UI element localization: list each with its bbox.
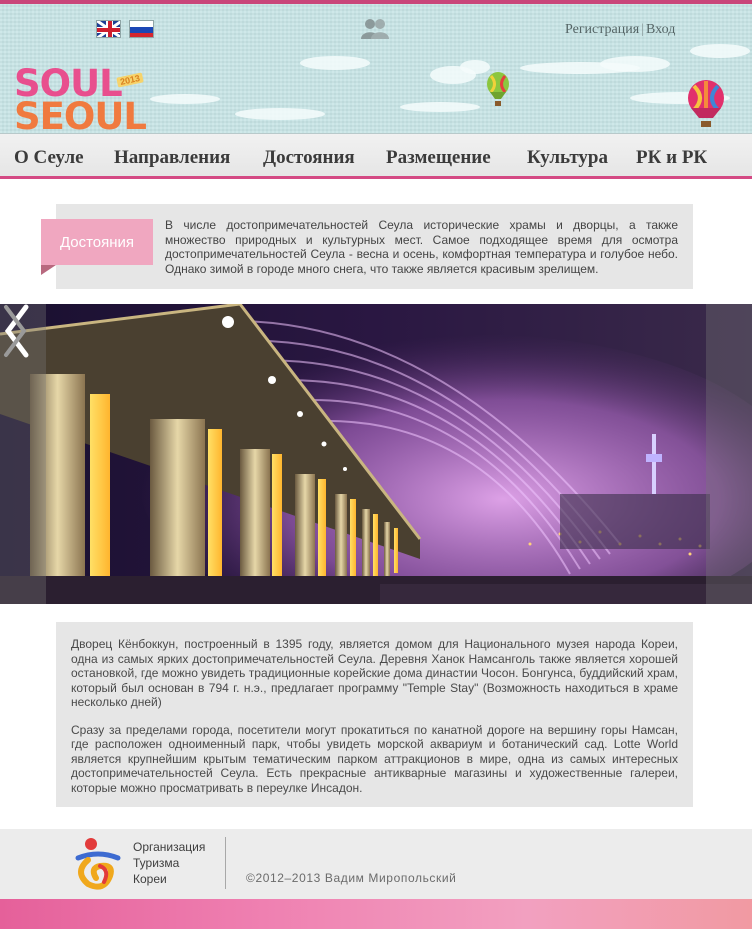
description-paragraph: Сразу за пределами города, посетители мо… (71, 722, 678, 795)
bottom-band (0, 899, 752, 929)
slider-next-panel (706, 304, 752, 604)
auth-separator: | (641, 22, 645, 37)
nav-item-culture[interactable]: Культура (527, 147, 608, 169)
soul-seoul-logo[interactable]: SOUL 2013 SEOUL (14, 65, 164, 133)
logo-line-seoul: SEOUL (14, 95, 147, 133)
users-icon[interactable] (360, 18, 390, 40)
english-flag-icon[interactable] (96, 20, 121, 38)
russian-flag-icon[interactable] (129, 20, 154, 38)
footer-org-line: Организация (133, 840, 206, 854)
footer-org-line: Туризма (133, 856, 180, 870)
nav-item-about-seoul[interactable]: О Сеуле (14, 147, 84, 169)
image-slider[interactable] (0, 304, 752, 604)
nav-item-rk[interactable]: РК и РК (636, 147, 707, 169)
main-nav: О Сеуле Направления Достояния Размещение… (0, 133, 752, 179)
section-label-fold (41, 265, 56, 275)
site-footer: Организация Туризма Кореи ©2012–2013 Вад… (0, 829, 752, 899)
korea-tourism-logo[interactable] (74, 836, 122, 892)
banpo-bridge-photo (0, 304, 752, 604)
nav-item-directions[interactable]: Направления (114, 147, 230, 169)
register-link[interactable]: Регистрация (565, 22, 639, 37)
site-header: Регистрация | Вход SOUL 2013 SEOUL (0, 0, 752, 133)
description-paragraph: Дворец Кёнбоккун, построенный в 1395 год… (71, 637, 678, 709)
small-balloon-icon (487, 72, 509, 106)
footer-divider (225, 837, 226, 889)
description-box: Дворец Кёнбоккун, построенный в 1395 год… (56, 622, 693, 807)
footer-org-line: Кореи (133, 872, 167, 886)
section-label: Достояния (41, 219, 153, 265)
nav-item-attractions[interactable]: Достояния (263, 147, 355, 169)
footer-org-name: Организация Туризма Кореи (133, 839, 205, 887)
large-balloon-icon (688, 80, 724, 127)
nav-item-accommodation[interactable]: Размещение (386, 147, 491, 169)
login-link[interactable]: Вход (646, 22, 675, 37)
intro-text: В числе достопримечательностей Сеула ист… (165, 218, 678, 276)
auth-links: Регистрация | Вход (565, 22, 675, 38)
chevron-right-icon[interactable] (0, 304, 30, 358)
copyright-text: ©2012–2013 Вадим Миропольский (246, 871, 457, 885)
